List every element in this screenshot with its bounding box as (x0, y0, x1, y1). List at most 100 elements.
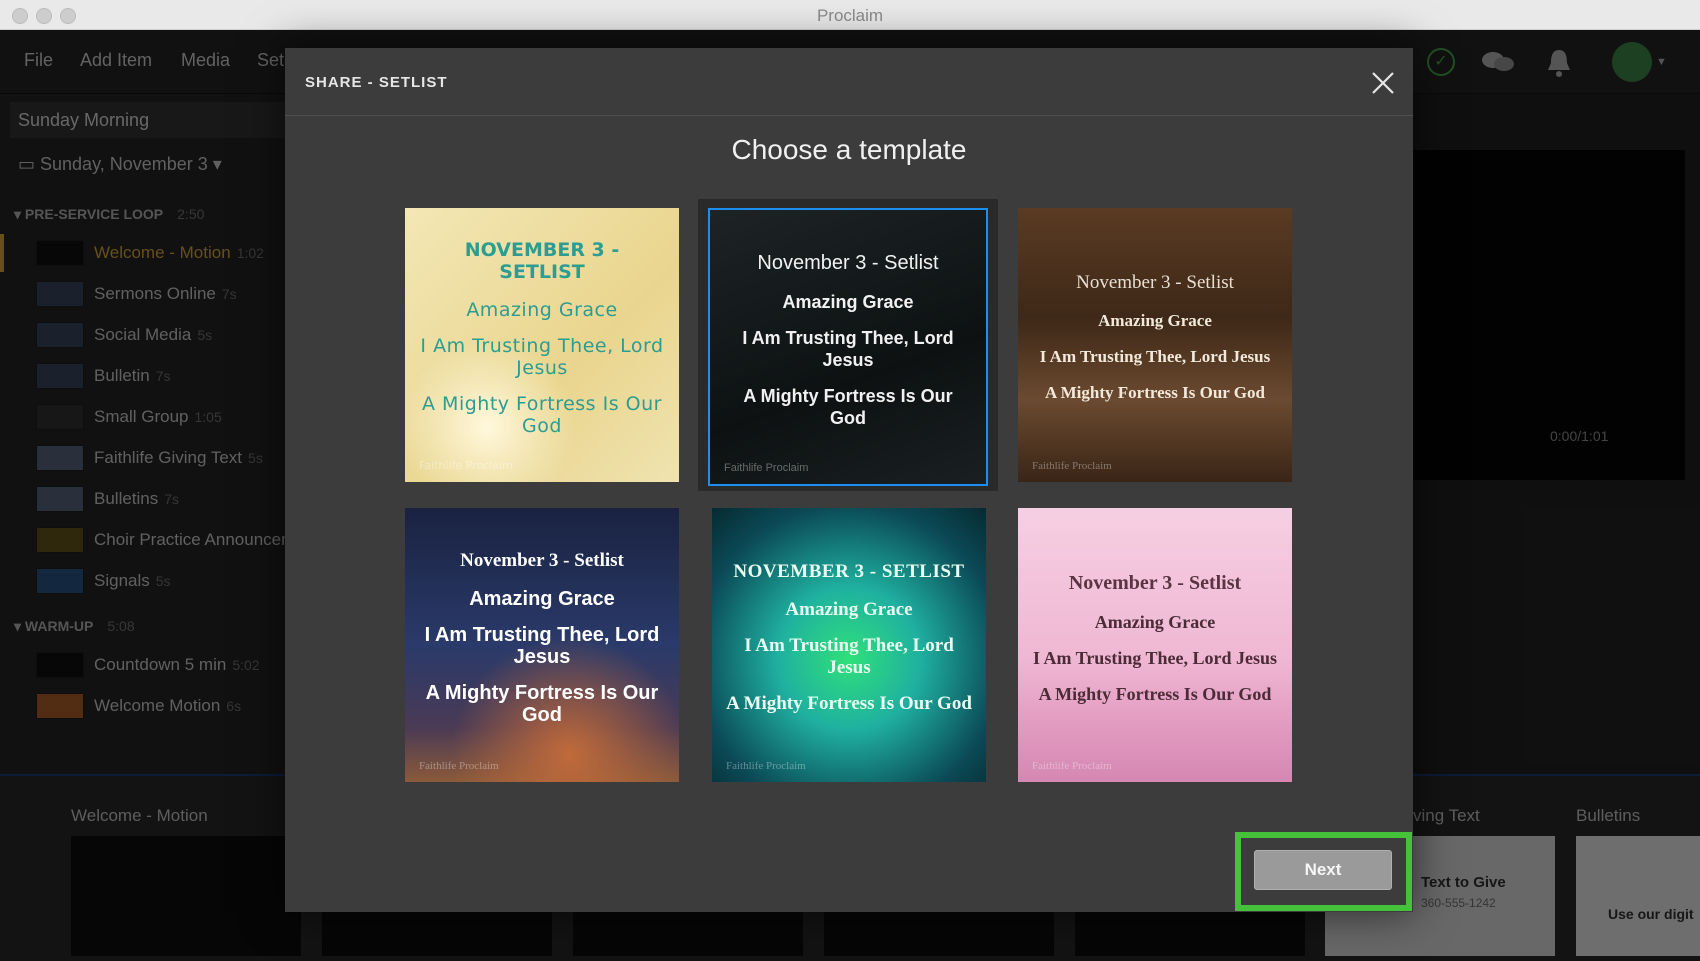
calendar-icon: ▭ (18, 154, 41, 174)
bell-icon[interactable] (1545, 48, 1573, 78)
item-thumbnail (36, 693, 84, 719)
item-thumbnail (36, 445, 84, 471)
item-label: Welcome Motion (94, 696, 221, 715)
card-title: Use our digit (1608, 906, 1694, 922)
service-date: Sunday, November 3 (40, 154, 208, 174)
list-item[interactable]: Countdown 5 min 5:02 (0, 646, 300, 684)
section-duration: 5:08 (107, 618, 135, 634)
play-icon (36, 652, 84, 678)
template-header: NOVEMBER 3 - SETLIST (733, 561, 965, 582)
section-header-warmup[interactable]: ▾ WARM-UP 5:08 (14, 618, 135, 635)
item-label: Sermons Online (94, 284, 216, 303)
item-label: Faithlife Giving Text (94, 448, 243, 467)
card-title: Text to Give (1421, 874, 1506, 891)
list-item[interactable]: Sermons Online 7s (0, 275, 300, 313)
preview-time: 0:00/1:01 (1550, 428, 1609, 444)
list-item[interactable]: Bulletin 7s (0, 357, 300, 395)
template-header: November 3 - Setlist (1076, 272, 1234, 293)
preview-screen (1413, 150, 1685, 480)
template-song: A Mighty Fortress Is Our God (425, 682, 659, 726)
template-song: A Mighty Fortress Is Our God (726, 693, 972, 714)
template-song: I Am Trusting Thee, Lord Jesus (1039, 347, 1271, 366)
item-label: Bulletin (94, 366, 150, 385)
item-duration: 5s (197, 327, 213, 343)
dialog-heading: Choose a template (731, 134, 967, 165)
item-label: Social Media (94, 325, 192, 344)
list-item[interactable]: Signals 5s (0, 562, 300, 600)
item-duration: 5s (155, 573, 171, 589)
template-option-3[interactable]: November 3 - Setlist Amazing Grace I Am … (1018, 208, 1292, 482)
menu-set[interactable]: Set (257, 50, 284, 71)
watermark: Faithlife Proclaim (1032, 760, 1112, 772)
list-item[interactable]: Faithlife Giving Text 5s (0, 439, 300, 477)
template-option-6[interactable]: November 3 - Setlist Amazing Grace I Am … (1018, 508, 1292, 782)
template-song: Amazing Grace (785, 599, 913, 620)
item-thumbnail (36, 281, 84, 307)
template-option-4[interactable]: November 3 - Setlist Amazing Grace I Am … (405, 508, 679, 782)
template-song: A Mighty Fortress Is Our God (1038, 683, 1272, 704)
window-titlebar: Proclaim (0, 0, 1700, 30)
template-song: A Mighty Fortress Is Our God (743, 385, 953, 428)
item-title-bulletins: Bulletins (1576, 806, 1641, 825)
item-thumbnail (36, 363, 84, 389)
template-song: I Am Trusting Thee, Lord Jesus (420, 335, 664, 379)
list-item[interactable]: Small Group 1:05 (0, 398, 300, 436)
window-title: Proclaim (816, 6, 884, 25)
item-duration: 7s (155, 368, 171, 384)
template-song: A Mighty Fortress Is Our God (422, 393, 662, 437)
user-avatar[interactable] (1612, 42, 1652, 82)
service-date-picker[interactable]: ▭ Sunday, November 3 ▾ (18, 154, 222, 175)
next-button[interactable]: Next (1254, 850, 1392, 890)
menu-file[interactable]: File (24, 50, 53, 71)
list-item[interactable]: Bulletins 7s (0, 480, 300, 518)
service-name[interactable]: Sunday Morning (10, 102, 290, 138)
watermark: Faithlife Proclaim (419, 760, 499, 772)
template-option-2[interactable]: November 3 - Setlist Amazing Grace I Am … (708, 208, 988, 486)
item-label: Signals (94, 571, 150, 590)
checkmark-icon[interactable]: ✓ (1427, 48, 1455, 76)
list-item[interactable]: Choir Practice Announcem (0, 521, 300, 559)
chat-icon[interactable] (1481, 50, 1515, 74)
watermark: Faithlife Proclaim (1032, 460, 1112, 472)
item-label: Countdown 5 min (94, 655, 227, 674)
template-option-1[interactable]: NOVEMBER 3 - SETLIST Amazing Grace I Am … (405, 208, 679, 482)
template-song: Amazing Grace (1098, 311, 1212, 330)
watermark: Faithlife Proclaim (726, 760, 806, 772)
list-item[interactable]: Welcome Motion 6s (0, 687, 300, 725)
item-thumbnail (36, 322, 84, 348)
template-song: I Am Trusting Thee, Lord Jesus (744, 635, 954, 678)
slide-card-digital[interactable]: Use our digit (1576, 836, 1700, 956)
template-header: November 3 - Setlist (460, 550, 624, 571)
service-sidebar: Sunday Morning ▭ Sunday, November 3 ▾ ▾ … (0, 94, 300, 774)
close-icon[interactable] (1368, 68, 1398, 98)
dialog-title: SHARE - SETLIST (305, 74, 448, 91)
chevron-down-icon[interactable]: ▼ (1656, 56, 1667, 68)
template-song: Amazing Grace (466, 299, 618, 321)
watermark: Faithlife Proclaim (419, 459, 513, 472)
list-item[interactable]: Social Media 5s (0, 316, 300, 354)
item-duration: 6s (226, 698, 242, 714)
item-label: Small Group (94, 407, 189, 426)
item-thumbnail (36, 568, 84, 594)
dialog-header: SHARE - SETLIST (285, 48, 1413, 116)
item-label: Bulletins (94, 489, 159, 508)
section-name: WARM-UP (24, 618, 94, 634)
slide-thumbnail[interactable] (71, 836, 301, 956)
template-header: November 3 - Setlist (757, 251, 939, 274)
menu-add-item[interactable]: Add Item (80, 50, 152, 71)
item-thumbnail (36, 486, 84, 512)
template-header: NOVEMBER 3 - SETLIST (464, 239, 620, 283)
section-header-preservice[interactable]: ▾ PRE-SERVICE LOOP 2:50 (14, 206, 204, 223)
template-option-5[interactable]: NOVEMBER 3 - SETLIST Amazing Grace I Am … (712, 508, 986, 782)
item-title-partial: ving Text (1413, 806, 1480, 825)
template-song: I Am Trusting Thee, Lord Jesus (1032, 647, 1278, 668)
menu-media[interactable]: Media (181, 50, 230, 71)
chevron-down-icon: ▾ (212, 154, 222, 174)
section-duration: 2:50 (177, 206, 205, 222)
item-duration: 7s (221, 286, 237, 302)
item-duration: 1:05 (194, 409, 222, 425)
item-thumbnail (36, 404, 84, 430)
item-duration: 7s (164, 491, 180, 507)
list-item[interactable]: Welcome - Motion 1:02 (0, 234, 300, 272)
template-song: I Am Trusting Thee, Lord Jesus (742, 327, 954, 370)
